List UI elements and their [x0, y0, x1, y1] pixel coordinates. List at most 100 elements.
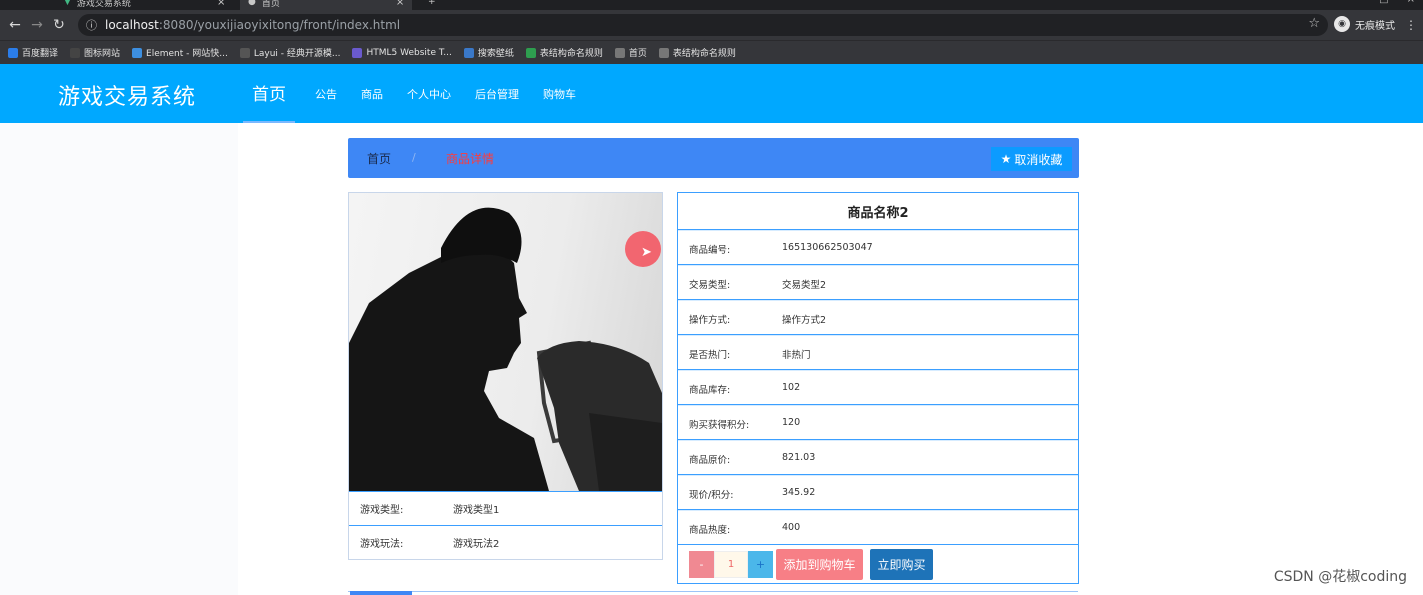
detail-value: 操作方式2	[782, 315, 827, 326]
nav-item[interactable]: 购物车	[531, 64, 588, 123]
image-info-label: 游戏玩法:	[360, 539, 404, 550]
bookmark-label: 表结构命名规则	[539, 49, 603, 59]
browser-tab-title: 首页	[261, 0, 280, 9]
url-path: :8080/youxijiaoyixitong/front/index.html	[158, 18, 401, 32]
buy-now-button[interactable]: 立即购买	[870, 549, 933, 580]
product-photo-drawing	[349, 207, 662, 491]
globe-icon: ●	[248, 0, 256, 7]
bookmark-icon	[132, 47, 143, 58]
detail-label: 商品编号:	[689, 245, 731, 256]
bookmark-icon	[352, 47, 363, 58]
bookmark-item[interactable]: 百度翻译	[8, 46, 58, 59]
detail-value: 102	[782, 382, 801, 393]
browser-tab-1[interactable]: ● 首页 ×	[240, 0, 413, 10]
bookmarks-bar: 百度翻译 图标网站 Element - 网站快... Layui - 经典开源模...…	[0, 40, 1423, 64]
new-tab-button[interactable]: +	[428, 0, 436, 10]
product-image-card: 游戏类型: 游戏类型1 游戏玩法: 游戏玩法2	[348, 192, 663, 560]
detail-row: 是否热门: 非热门	[678, 334, 1078, 369]
breadcrumb-home[interactable]: 首页	[367, 150, 391, 167]
bookmark-icon	[614, 47, 625, 58]
detail-row: 购买获得积分: 120	[678, 404, 1078, 439]
detail-row: 商品编号: 1651306625030​47	[678, 229, 1078, 264]
incognito-indicator[interactable]: ◉ 无痕模式	[1334, 16, 1395, 32]
detail-label: 交易类型:	[689, 280, 731, 291]
bookmark-star-icon[interactable]: ☆	[1308, 16, 1320, 31]
minimize-icon[interactable]: –	[1356, 0, 1361, 5]
bookmark-icon	[239, 47, 250, 58]
detail-row: 操作方式: 操作方式2	[678, 299, 1078, 334]
bookmark-label: 图标网站	[84, 49, 121, 59]
add-to-cart-button[interactable]: 添加到购物车	[776, 549, 863, 580]
quantity-increase-button[interactable]: +	[748, 551, 773, 578]
info-icon[interactable]: ⓘ	[86, 17, 97, 33]
nav-item[interactable]: 公告	[303, 64, 349, 123]
quantity-decrease-button[interactable]: -	[689, 551, 714, 578]
detail-value: 1651306625030​47	[782, 242, 873, 253]
detail-label: 商品库存:	[689, 385, 731, 396]
browser-tab-0[interactable]: ▼ 游戏交易系统 ×	[64, 0, 225, 10]
detail-label: 现价/积分:	[689, 490, 734, 501]
forward-icon[interactable]: →	[26, 17, 48, 33]
breadcrumb-current: 商品详情	[446, 152, 495, 166]
plus-icon: +	[428, 0, 436, 7]
bookmark-label: Element - 网站快...	[146, 49, 228, 59]
detail-row: 交易类型: 交易类型2	[678, 264, 1078, 299]
maximize-icon[interactable]: □	[1379, 0, 1388, 5]
incognito-label: 无痕模式	[1355, 20, 1395, 32]
detail-value: 交易类型2	[782, 280, 827, 291]
star-icon: ★	[1000, 152, 1012, 166]
detail-label: 商品原价:	[689, 455, 731, 466]
nav-item[interactable]: 后台管理	[463, 64, 531, 123]
site-header: 游戏交易系统 首页 公告 商品 个人中心 后台管理 购物车	[0, 64, 1423, 123]
image-info-row: 游戏玩法: 游戏玩法2	[349, 525, 662, 559]
detail-row: 商品库存: 102	[678, 369, 1078, 404]
image-info-value: 游戏类型1	[453, 505, 500, 516]
bookmark-icon	[8, 47, 18, 58]
browser-tab-strip: ▼ 游戏交易系统 × ● 首页 × + – □ ×	[0, 0, 1423, 10]
bookmark-item[interactable]: HTML5 Website T...	[352, 47, 452, 58]
bookmark-label: Layui - 经典开源模...	[253, 49, 341, 59]
bookmark-item[interactable]: 表结构命名规则	[658, 46, 736, 59]
bookmark-icon	[463, 47, 474, 58]
incognito-icon: ◉	[1334, 16, 1350, 32]
address-bar: ← → ↻ ⓘ localhost:8080/youxijiaoyixitong…	[0, 10, 1423, 40]
detail-value: 120	[782, 417, 801, 428]
unfavorite-button[interactable]: ★ 取消收藏	[991, 147, 1072, 171]
nav-item[interactable]: 个人中心	[395, 64, 463, 123]
bookmark-label: HTML5 Website T...	[366, 47, 452, 58]
bookmark-label: 搜索壁纸	[477, 49, 514, 59]
close-icon[interactable]: ×	[1407, 0, 1415, 5]
bottom-tab-indicator[interactable]	[350, 591, 412, 595]
watermark: CSDN @花椒coding	[1273, 569, 1407, 585]
bookmark-icon	[658, 47, 669, 58]
bookmark-item[interactable]: Layui - 经典开源模...	[239, 46, 341, 59]
left-blank-pane	[0, 123, 238, 595]
bookmark-item[interactable]: 表结构命名规则	[525, 46, 603, 59]
menu-icon[interactable]: ⋮	[1405, 18, 1417, 32]
detail-value: 345.92	[782, 487, 816, 498]
nav-item[interactable]: 首页	[243, 64, 295, 123]
bookmark-item[interactable]: 首页	[614, 46, 647, 59]
detail-label: 购买获得积分:	[689, 420, 750, 431]
detail-row: 商品原价: 821.03	[678, 439, 1078, 474]
detail-label: 操作方式:	[689, 315, 731, 326]
detail-value: 821.03	[782, 452, 816, 463]
back-icon[interactable]: ←	[4, 17, 26, 33]
detail-value: 非热门	[782, 350, 811, 361]
reload-icon[interactable]: ↻	[48, 17, 70, 33]
close-icon[interactable]: ×	[217, 0, 225, 8]
product-photo[interactable]	[349, 193, 662, 491]
image-info-label: 游戏类型:	[360, 505, 404, 516]
site-brand[interactable]: 游戏交易系统	[58, 79, 196, 111]
quantity-input[interactable]: 1	[714, 551, 748, 578]
bookmark-item[interactable]: 图标网站	[70, 46, 120, 59]
url-host: localhost	[105, 18, 159, 32]
nav-item[interactable]: 商品	[349, 64, 395, 123]
breadcrumb-separator: /	[412, 151, 416, 164]
url-input[interactable]: ⓘ localhost:8080/youxijiaoyixitong/front…	[78, 14, 1328, 36]
close-icon[interactable]: ×	[396, 0, 404, 8]
bookmark-item[interactable]: Element - 网站快...	[132, 46, 228, 59]
browser-tab-title: 游戏交易系统	[76, 0, 131, 9]
detail-row: 商品热度: 400	[678, 509, 1078, 544]
bookmark-item[interactable]: 搜索壁纸	[463, 46, 514, 59]
